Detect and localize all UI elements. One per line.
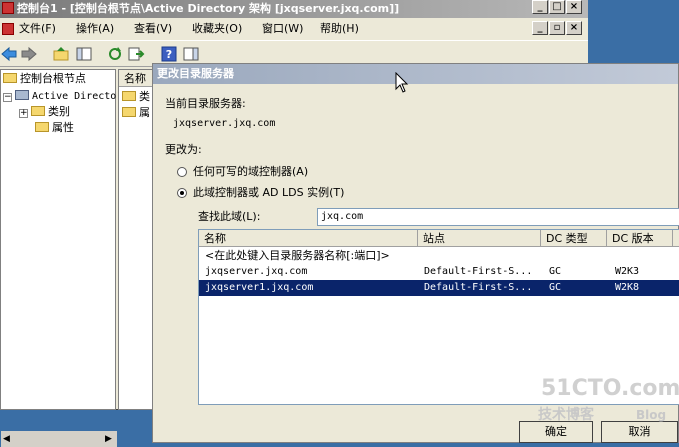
menu-favorites[interactable]: 收藏夹(O) (192, 21, 242, 37)
folder-icon (122, 91, 136, 101)
radio-any-writable-dc[interactable] (177, 167, 187, 177)
menu-action[interactable]: 操作(A) (76, 21, 114, 37)
forward-arrow-icon[interactable] (20, 45, 38, 63)
cell-name: jxqserver1.jxq.com (205, 282, 314, 293)
cell-site: Default-First-S... (424, 282, 533, 293)
up-folder-icon[interactable] (52, 45, 70, 63)
column-header-dc-version[interactable]: DC 版本 (607, 230, 673, 247)
menu-file[interactable]: 文件(F) (19, 21, 56, 37)
domain-input[interactable]: jxq.com (317, 208, 679, 226)
placeholder-row[interactable]: <在此处键入目录服务器名称[:端口]> (199, 248, 679, 264)
export-list-icon[interactable] (127, 45, 145, 63)
radio-this-dc[interactable] (177, 188, 187, 198)
table-row[interactable]: jxqserver.jxq.com Default-First-S... GC … (199, 264, 679, 280)
properties-pane-icon[interactable] (182, 45, 200, 63)
list-item[interactable]: 类 (122, 89, 150, 105)
mmc-title-text: 控制台1 - [控制台根节点\Active Directory 架构 [jxqs… (17, 2, 400, 15)
child-restore-button[interactable]: ▫ (549, 21, 565, 35)
console-app-icon (2, 2, 14, 14)
console-tree[interactable]: 控制台根节点 − Active Directo + 类别 属性 ◀ ▶ (0, 69, 117, 447)
cell-site: Default-First-S... (424, 266, 533, 277)
result-list[interactable]: 名称 类 属 (118, 69, 155, 410)
list-column-name[interactable]: 名称 (119, 70, 155, 87)
list-item[interactable]: 属 (122, 105, 150, 121)
show-hide-tree-icon[interactable] (75, 45, 93, 63)
ok-button[interactable]: 确定 (519, 421, 593, 443)
tree-item-label: 属性 (52, 121, 74, 134)
table-row-selected[interactable]: jxqserver1.jxq.com Default-First-S... GC… (199, 280, 679, 296)
child-close-button[interactable]: × (566, 21, 582, 35)
folder-icon (31, 106, 45, 116)
mmc-title-bar[interactable]: 控制台1 - [控制台根节点\Active Directory 架构 [jxqs… (0, 0, 588, 18)
menu-bar: 文件(F) 操作(A) 查看(V) 收藏夹(O) 窗口(W) 帮助(H) _ ▫… (0, 18, 588, 40)
cell-dc-version: W2K8 (615, 282, 640, 293)
cell-name: jxqserver.jxq.com (205, 266, 308, 277)
watermark-blog-cn: 技术博客 (538, 407, 594, 423)
change-to-label: 更改为: (165, 143, 202, 156)
cancel-button[interactable]: 取消 (601, 421, 678, 443)
current-server-value: jxqserver.jxq.com (173, 118, 276, 129)
folder-icon (122, 107, 136, 117)
folder-icon (3, 73, 17, 83)
tree-item-label: Active Directo (32, 91, 117, 102)
current-server-label: 当前目录服务器: (165, 97, 246, 110)
watermark-blog-en: Blog (636, 408, 667, 422)
tree-item-root[interactable]: 控制台根节点 (3, 71, 86, 87)
watermark-site: 51CTO.com (541, 376, 679, 401)
close-button[interactable]: × (566, 0, 582, 14)
list-item-label: 属 (139, 106, 150, 119)
cell-dc-type: GC (549, 282, 562, 293)
menu-window[interactable]: 窗口(W) (262, 21, 303, 37)
console-menu-icon[interactable] (2, 23, 14, 35)
tree-item-label: 类别 (48, 105, 70, 118)
help-icon[interactable]: ? (160, 45, 178, 63)
cell-dc-version: W2K3 (615, 266, 640, 277)
radio-this-dc-label[interactable]: 此域控制器或 AD LDS 实例(T) (193, 186, 344, 200)
change-directory-server-dialog: 更改目录服务器 当前目录服务器: jxqserver.jxq.com 更改为: … (152, 63, 679, 443)
tree-horizontal-scrollbar[interactable]: ◀ ▶ (1, 431, 117, 447)
collapse-icon[interactable]: − (3, 93, 12, 102)
column-header-site[interactable]: 站点 (418, 230, 541, 247)
list-item-label: 类 (139, 90, 150, 103)
maximize-button[interactable]: □ (549, 0, 565, 14)
child-minimize-button[interactable]: _ (532, 21, 548, 35)
radio-any-writable-dc-label[interactable]: 任何可写的域控制器(A) (193, 165, 308, 179)
column-header-name[interactable]: 名称 (199, 230, 418, 247)
menu-help[interactable]: 帮助(H) (320, 21, 359, 37)
dialog-title-bar[interactable]: 更改目录服务器 (153, 64, 678, 84)
refresh-icon[interactable] (106, 45, 124, 63)
svg-text:?: ? (166, 48, 172, 61)
placeholder-row-text: <在此处键入目录服务器名称[:端口]> (205, 249, 390, 262)
expand-icon[interactable]: + (19, 109, 28, 118)
menu-view[interactable]: 查看(V) (134, 21, 172, 37)
mouse-cursor-icon (395, 72, 409, 93)
schema-icon (15, 90, 29, 100)
cell-dc-type: GC (549, 266, 562, 277)
back-arrow-icon[interactable] (0, 45, 18, 63)
tree-item-label: 控制台根节点 (20, 72, 86, 85)
tree-item-attributes[interactable]: 属性 (35, 120, 74, 136)
folder-icon (35, 122, 49, 132)
tree-item-ad-schema[interactable]: − Active Directo (3, 88, 116, 104)
column-header-dc-type[interactable]: DC 类型 (541, 230, 607, 247)
tree-item-classes[interactable]: + 类别 (19, 104, 70, 120)
minimize-button[interactable]: _ (532, 0, 548, 14)
find-in-domain-label: 查找此域(L): (198, 210, 261, 223)
column-header-filler (673, 230, 679, 247)
